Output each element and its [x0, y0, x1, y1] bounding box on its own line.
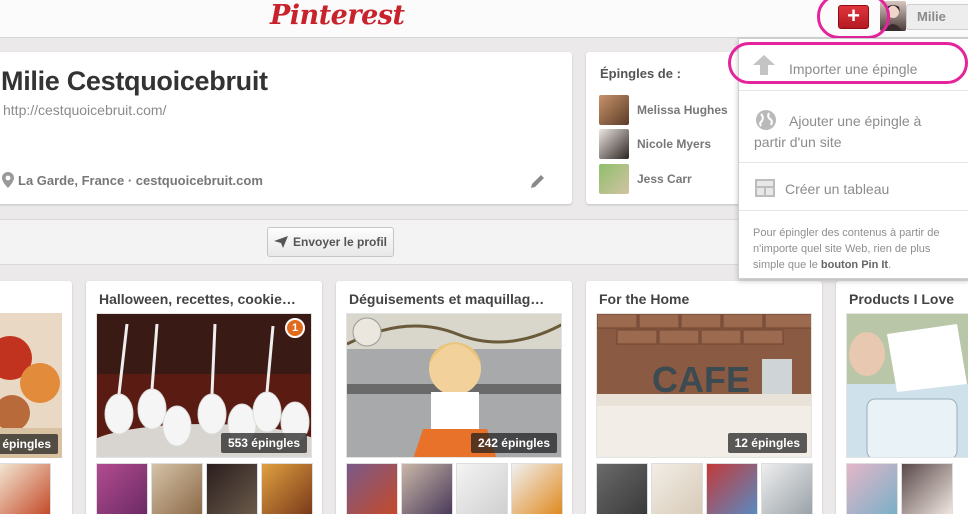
board-thumbnail — [0, 463, 51, 514]
pinner-avatar — [599, 95, 629, 125]
board-cover-image — [846, 313, 968, 458]
profile-name: Milie Cestquoicebruit — [1, 66, 268, 96]
svg-text:CAFE: CAFE — [652, 359, 750, 400]
user-menu-button[interactable]: Milie — [906, 4, 968, 30]
pin-it-help-text-end: . — [888, 259, 892, 271]
board-thumbnail — [261, 463, 313, 514]
board-title: Products I Love — [849, 291, 955, 307]
profile-location-text: La Garde, France · cestquoicebruit.com — [18, 172, 263, 188]
board-cover-image: 1 553 épingles — [96, 313, 312, 458]
board-title: Déguisements et maquillag… — [349, 291, 545, 307]
pinner-avatar — [599, 164, 629, 194]
pin-it-button-link[interactable]: bouton Pin It — [821, 259, 888, 271]
profile-location: La Garde, France · cestquoicebruit.com — [2, 172, 263, 188]
board-thumbnail — [151, 463, 203, 514]
create-board-label: Créer un tableau — [785, 181, 890, 197]
annotation-circle — [817, 0, 890, 39]
board-grid-icon — [755, 179, 775, 197]
pins-from-title: Épingles de : — [600, 66, 681, 81]
board-card[interactable]: Déguisements et maquillag… 242 épingles — [336, 281, 572, 514]
profile-website-link[interactable]: http://cestquoicebruit.com/ — [3, 102, 166, 118]
board-pin-count: épingles — [0, 434, 58, 454]
board-pin-count: 12 épingles — [727, 433, 807, 453]
board-thumbnail — [706, 463, 758, 514]
pin-it-help-text: Pour épingler des contenus à partir de n… — [753, 225, 961, 273]
pinner-item[interactable]: Nicole Myers — [599, 129, 711, 159]
board-thumbnail — [761, 463, 813, 514]
send-profile-button[interactable]: Envoyer le profil — [267, 227, 394, 257]
pins-from-card: Épingles de : Melissa Hughes Nicole Myer… — [586, 52, 746, 204]
board-thumbnail — [846, 463, 898, 514]
board-cover-image: épingles — [0, 313, 62, 458]
board-card[interactable]: For the Home CAFE 12 épingles — [586, 281, 822, 514]
board-card[interactable]: Halloween, recettes, cookie… 1 553 éping… — [86, 281, 322, 514]
pinner-name: Jess Carr — [637, 172, 692, 186]
board-thumbnail — [206, 463, 258, 514]
board-thumbnail — [651, 463, 703, 514]
board-thumbnail — [346, 463, 398, 514]
board-thumbnail — [901, 463, 953, 514]
board-card[interactable]: épingles — [0, 281, 72, 514]
profile-card: Milie Cestquoicebruit http://cestquoiceb… — [0, 52, 572, 204]
edit-pencil-icon[interactable] — [529, 172, 547, 190]
board-thumbnail — [596, 463, 648, 514]
board-title: Halloween, recettes, cookie… — [99, 291, 296, 307]
board-title: For the Home — [599, 291, 690, 307]
board-thumbnail — [511, 463, 563, 514]
board-cover-image: CAFE 12 épingles — [596, 313, 812, 458]
board-thumbnail — [96, 463, 148, 514]
board-card[interactable]: Products I Love — [836, 281, 968, 514]
send-profile-label: Envoyer le profil — [292, 235, 388, 249]
board-pin-count: 242 épingles — [470, 433, 557, 453]
board-thumbnail — [456, 463, 508, 514]
add-pin-from-site-label-line2: partir d'un site — [754, 134, 842, 150]
pinner-name: Melissa Hughes — [637, 103, 728, 117]
pinterest-logo[interactable]: Pinterest — [270, 0, 405, 34]
board-cover-image: 242 épingles — [346, 313, 562, 458]
board-notification-badge: 1 — [285, 318, 305, 338]
location-pin-icon — [2, 172, 14, 188]
annotation-oval — [728, 42, 968, 84]
board-pin-count: 553 épingles — [220, 433, 307, 453]
add-pin-from-site-menu-item[interactable]: Ajouter une épingle à partir d'un site — [739, 91, 968, 163]
add-pin-from-site-label-line1: Ajouter une épingle à — [789, 113, 922, 129]
board-thumbnail — [401, 463, 453, 514]
pinner-avatar — [599, 129, 629, 159]
pinner-item[interactable]: Melissa Hughes — [599, 95, 728, 125]
pinner-item[interactable]: Jess Carr — [599, 164, 692, 194]
create-board-menu-item[interactable]: Créer un tableau — [739, 163, 968, 211]
pinner-name: Nicole Myers — [637, 137, 712, 151]
globe-icon — [756, 110, 776, 130]
send-icon — [273, 236, 288, 248]
